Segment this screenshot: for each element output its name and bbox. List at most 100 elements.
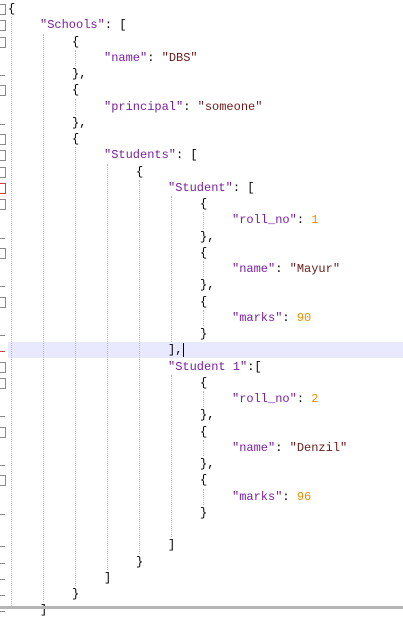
fold-toggle-icon[interactable] (0, 475, 6, 487)
code-token-key: "Schools" (40, 18, 105, 33)
fold-toggle-icon[interactable] (0, 426, 6, 438)
code-editor[interactable]: {"Schools": [{"name": "DBS"},{"principal… (0, 0, 403, 617)
code-line[interactable]: { (200, 245, 207, 261)
code-line[interactable]: }, (200, 229, 214, 245)
indent-guide (43, 33, 44, 603)
fold-end-marker (0, 578, 5, 580)
fold-end-marker (0, 123, 5, 125)
code-line[interactable]: "marks": 90 (232, 310, 311, 326)
code-token-punc: : (282, 310, 297, 325)
code-token-key: "roll_no" (232, 392, 297, 406)
fold-toggle-icon[interactable] (0, 182, 6, 194)
code-token-key: "Student 1" (168, 359, 248, 374)
code-line[interactable]: } (200, 505, 207, 521)
fold-toggle-icon[interactable] (0, 36, 6, 48)
indent-guide (203, 309, 204, 326)
fold-toggle-icon[interactable] (0, 20, 6, 32)
code-line[interactable]: { (200, 424, 207, 440)
code-token-punc: : (183, 99, 198, 114)
code-token-key: "name" (232, 262, 276, 276)
code-line[interactable]: "name": "Denzil" (232, 440, 347, 456)
code-line[interactable]: }, (200, 456, 214, 472)
code-line[interactable]: { (136, 164, 143, 180)
indent-guide (139, 179, 140, 554)
code-token-punc: : (275, 262, 290, 276)
code-token-punc: { (200, 375, 208, 390)
code-line[interactable]: { (8, 1, 15, 17)
fold-end-marker (0, 237, 5, 239)
code-line[interactable]: { (200, 196, 207, 212)
code-token-punc: } (136, 554, 144, 569)
fold-toggle-icon[interactable] (0, 166, 6, 178)
indent-guide (75, 147, 76, 586)
fold-toggle-icon[interactable] (0, 150, 6, 162)
code-line[interactable]: { (200, 472, 207, 488)
fold-toggle-icon[interactable] (0, 199, 6, 210)
indent-guide (203, 391, 204, 408)
code-line[interactable]: } (200, 326, 207, 342)
code-line[interactable]: }, (200, 407, 214, 423)
code-line[interactable]: { (72, 131, 79, 147)
code-line[interactable]: "marks": 96 (232, 489, 311, 505)
code-token-punc: }, (200, 408, 215, 423)
code-token-num: 96 (296, 489, 312, 504)
fold-toggle-icon[interactable] (0, 247, 6, 259)
indent-guide (203, 488, 204, 505)
code-token-punc: : (282, 489, 297, 504)
code-line[interactable]: ], (168, 342, 182, 358)
code-line[interactable]: } (136, 554, 143, 570)
code-token-punc: { (8, 2, 16, 16)
code-token-punc: : (275, 440, 290, 455)
code-token-punc: { (136, 164, 144, 179)
code-line[interactable]: }, (72, 115, 86, 131)
code-line[interactable]: "principal": "someone" (104, 99, 262, 115)
code-token-str: "DBS" (161, 50, 198, 65)
code-token-punc: { (200, 245, 208, 260)
code-line[interactable]: ] (104, 570, 111, 586)
code-line[interactable]: } (72, 586, 79, 602)
code-line[interactable]: { (200, 375, 207, 391)
code-line[interactable]: { (72, 34, 79, 50)
fold-toggle-icon[interactable] (0, 377, 6, 389)
indent-guide (75, 49, 76, 66)
current-line-highlight (0, 342, 403, 359)
code-line[interactable]: "Student 1":[ (168, 359, 262, 375)
code-line[interactable]: "name": "Mayur" (232, 261, 340, 277)
code-token-key: "marks" (232, 489, 283, 504)
fold-toggle-icon[interactable] (0, 134, 6, 145)
code-line[interactable]: "Schools": [ (40, 17, 126, 33)
code-line[interactable]: ] (40, 602, 47, 618)
code-line[interactable]: "name": "DBS" (104, 50, 198, 66)
code-token-punc: : [ (104, 18, 127, 33)
fold-end-marker (0, 562, 5, 564)
code-token-key: "name" (104, 50, 148, 65)
code-line[interactable]: "Student": [ (168, 180, 254, 196)
fold-toggle-icon[interactable] (0, 4, 6, 15)
indent-guide (171, 196, 172, 343)
fold-toggle-icon[interactable] (0, 85, 6, 97)
code-token-punc: :[ (247, 359, 262, 374)
code-token-key: "principal" (104, 99, 184, 114)
code-line[interactable]: { (200, 294, 207, 310)
fold-end-marker (0, 286, 5, 288)
code-token-punc: { (72, 132, 80, 146)
code-line[interactable]: }, (200, 277, 214, 293)
code-token-str: "Denzil" (289, 440, 348, 455)
fold-end-marker (0, 416, 5, 418)
fold-end-marker (0, 595, 5, 596)
fold-margin[interactable] (0, 0, 8, 613)
fold-toggle-icon[interactable] (0, 296, 6, 308)
fold-end-marker (0, 611, 5, 613)
code-token-key: "Students" (104, 148, 177, 163)
code-line[interactable]: "Students": [ (104, 147, 198, 163)
code-token-punc: }, (72, 115, 87, 130)
code-line[interactable]: ] (168, 537, 175, 553)
code-line[interactable]: "roll_no": 1 (232, 212, 318, 228)
code-line[interactable]: }, (72, 66, 86, 82)
code-line[interactable]: { (72, 82, 79, 98)
code-token-punc: : (147, 50, 162, 65)
fold-toggle-icon[interactable] (0, 361, 6, 373)
code-line[interactable]: "roll_no": 2 (232, 391, 318, 407)
code-token-punc: : [ (232, 180, 255, 195)
code-token-punc: } (72, 587, 80, 601)
